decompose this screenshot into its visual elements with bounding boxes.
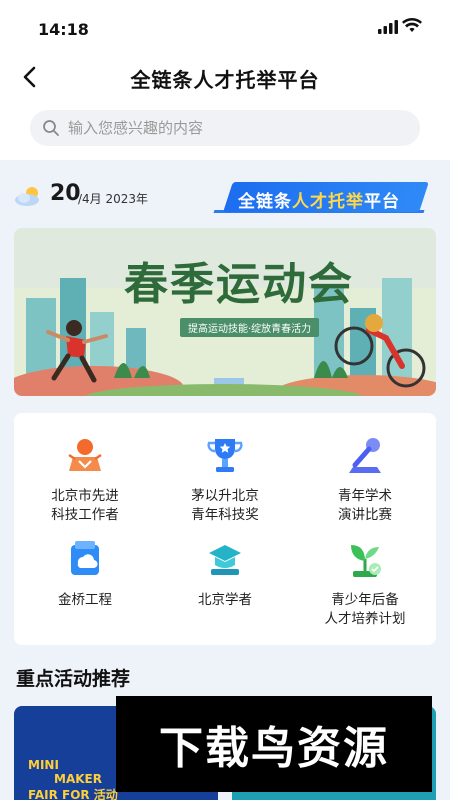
- date-day: 20: [50, 181, 81, 206]
- sprout-icon: [351, 545, 381, 577]
- service-golden-bridge[interactable]: 金桥工程: [15, 539, 155, 639]
- signal-icon: [378, 20, 398, 34]
- search-icon: [43, 120, 59, 136]
- section-title-recommend: 重点活动推荐: [16, 668, 131, 690]
- service-label: 北京学者: [198, 592, 252, 608]
- recommend-card-line: FAIR FOR 活动: [28, 788, 118, 800]
- banner-spring-sports[interactable]: 春季运动会 提高运动技能·绽放青春活力: [14, 228, 436, 396]
- date-row: 20 /4月 2023年 全链条人才托举平台: [14, 180, 444, 216]
- search-bar[interactable]: [30, 110, 420, 146]
- nav-bar: 全链条人才托举平台: [0, 56, 450, 100]
- status-bar: 14:18: [0, 0, 450, 56]
- recommend-card-line: MINI: [28, 758, 59, 772]
- service-label: 金桥工程: [58, 592, 112, 608]
- graduation-cap-icon: [209, 545, 241, 575]
- trophy-icon: [207, 439, 243, 472]
- platform-badge-text: 全链条人才托举平台: [238, 192, 400, 212]
- search-input[interactable]: [68, 119, 398, 137]
- service-advanced-tech-worker[interactable]: 北京市先进 科技工作者: [15, 435, 155, 535]
- cloud-document-icon: [71, 541, 99, 575]
- microphone-icon: [349, 438, 381, 473]
- page-title: 全链条人才托举平台: [130, 68, 320, 92]
- service-label: 茅以升北京 青年科技奖: [191, 488, 259, 523]
- service-label: 青少年后备 人才培养计划: [324, 592, 406, 627]
- service-label: 北京市先进 科技工作者: [51, 488, 119, 523]
- status-time: 14:18: [38, 20, 89, 39]
- services-grid: 北京市先进 科技工作者 茅以升北京 青年科技奖 青年学术 演讲比赛 金桥工程 北…: [14, 413, 436, 645]
- platform-badge: 全链条人才托举平台: [213, 180, 436, 216]
- service-academic-speech[interactable]: 青年学术 演讲比赛: [295, 435, 435, 535]
- service-label: 青年学术 演讲比赛: [338, 488, 392, 523]
- wifi-icon: [402, 18, 422, 32]
- service-youth-talent-plan[interactable]: 青少年后备 人才培养计划: [295, 539, 435, 639]
- banner-title: 春季运动会: [124, 259, 354, 310]
- cloud-sun-icon: [15, 187, 39, 206]
- banner-subtitle: 提高运动技能·绽放青春活力: [180, 318, 320, 337]
- recommend-card-line: MAKER: [54, 772, 102, 786]
- date-month-year: /4月 2023年: [78, 192, 149, 206]
- watermark: 下载鸟资源: [116, 696, 432, 792]
- service-mao-yisheng-award[interactable]: 茅以升北京 青年科技奖: [155, 435, 295, 535]
- award-ribbon-icon: [68, 439, 102, 471]
- service-beijing-scholar[interactable]: 北京学者: [155, 539, 295, 639]
